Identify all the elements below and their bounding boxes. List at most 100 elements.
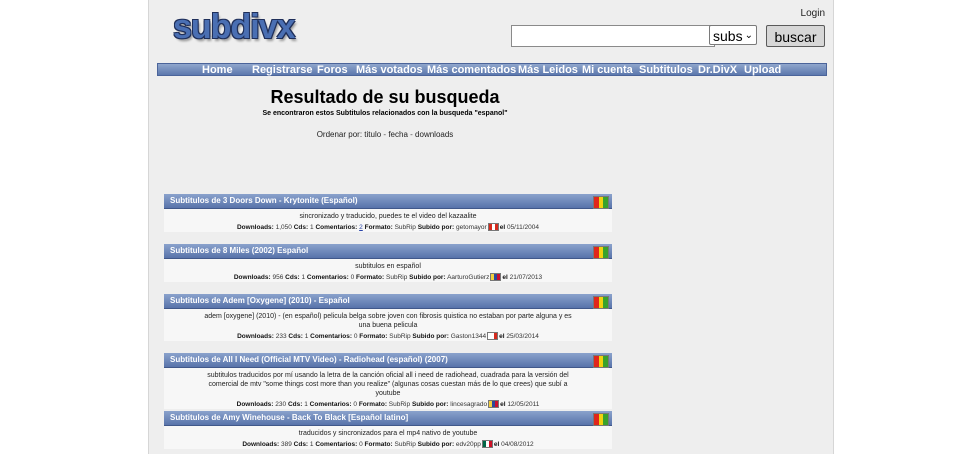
subido-por-label: Subido por: <box>409 274 446 281</box>
cds-label: Cds: <box>285 274 300 281</box>
nav-mas-leidos[interactable]: Más Leidos <box>518 64 578 76</box>
uploader-link[interactable]: Gaston1344 <box>451 333 486 340</box>
nav-mas-votados[interactable]: Más votados <box>356 64 423 76</box>
result-header: Subtitulos de 3 Doors Down - Krytonite (… <box>164 194 612 209</box>
downloads-value: 389 <box>280 441 292 448</box>
subido-por-label: Subido por: <box>411 401 449 408</box>
upload-date: 25/03/2014 <box>506 333 539 340</box>
sort-separator: - <box>410 130 413 139</box>
result-meta: Downloads: 956 Cds: 1 Comentarios: 0 For… <box>164 271 612 282</box>
result-item: Subtitulos de 3 Doors Down - Krytonite (… <box>164 194 612 232</box>
upload-date: 04/08/2012 <box>501 441 534 448</box>
rating-green <box>603 247 609 258</box>
upload-date: 21/07/2013 <box>509 274 543 281</box>
comentarios-value: 0 <box>353 401 357 408</box>
formato-value: SubRip <box>386 274 408 281</box>
rating-icon <box>593 246 609 259</box>
comentarios-label: Comentarios: <box>306 274 349 281</box>
uploader-link[interactable]: edv20pp <box>456 441 481 448</box>
rating-icon <box>593 413 609 426</box>
el-label: el <box>493 441 500 448</box>
formato-label: Formato: <box>364 224 393 231</box>
sort-label: Ordenar por: <box>316 130 363 139</box>
sort-titulo-link[interactable]: titulo <box>364 130 381 139</box>
downloads-label: Downloads: <box>233 274 271 281</box>
cds-label: Cds: <box>288 333 303 340</box>
comentarios-label: Comentarios: <box>309 401 352 408</box>
chevron-down-icon: ⌄ <box>744 30 753 41</box>
nav-mi-cuenta[interactable]: Mi cuenta <box>582 64 633 76</box>
nav-drdivx[interactable]: Dr.DivX <box>698 64 737 76</box>
downloads-label: Downloads: <box>236 401 274 408</box>
rating-icon <box>593 196 609 209</box>
upload-date: 12/05/2011 <box>507 401 540 408</box>
comentarios-label: Comentarios: <box>315 441 358 448</box>
sort-separator: - <box>383 130 387 139</box>
sort-downloads-link[interactable]: downloads <box>415 130 453 139</box>
comentarios-label: Comentarios: <box>310 333 353 340</box>
upload-date: 05/11/2004 <box>506 224 540 231</box>
main-nav: Home Registrarse Foros Más votados Más c… <box>157 63 827 76</box>
result-meta: Downloads: 230 Cds: 1 Comentarios: 0 For… <box>164 398 612 409</box>
comentarios-value: 0 <box>359 441 363 448</box>
result-description: traducidos y sincronizados para el mp4 n… <box>298 430 478 437</box>
country-flag-icon <box>490 273 502 282</box>
result-title-link[interactable]: Subtitulos de 3 Doors Down - Krytonite (… <box>170 195 358 207</box>
cds-label: Cds: <box>293 224 309 231</box>
downloads-label: Downloads: <box>236 224 274 231</box>
formato-value: SubRip <box>388 401 411 408</box>
downloads-label: Downloads: <box>242 441 280 448</box>
nav-mas-comentados[interactable]: Más comentados <box>427 64 516 76</box>
site-logo[interactable]: subdivx <box>173 8 295 47</box>
result-header: Subtitulos de Amy Winehouse - Back To Bl… <box>164 411 612 426</box>
result-description: adem [oxygene] (2010) - (en español) pel… <box>204 313 572 329</box>
cds-value: 1 <box>304 401 308 408</box>
sort-fecha-link[interactable]: fecha <box>388 130 408 139</box>
country-flag-icon <box>481 440 493 449</box>
rating-green <box>603 414 609 425</box>
uploader-link[interactable]: getomayor <box>456 224 487 231</box>
search-input[interactable] <box>511 25 715 47</box>
nav-foros[interactable]: Foros <box>317 64 348 76</box>
formato-value: SubRip <box>394 441 416 448</box>
rating-icon <box>593 296 609 309</box>
result-description: subtitulos en español <box>355 263 421 270</box>
nav-registrarse[interactable]: Registrarse <box>252 64 313 76</box>
search-type-select[interactable]: subs ⌄ <box>709 25 757 45</box>
comentarios-value[interactable]: 2 <box>359 224 363 231</box>
uploader-link[interactable]: lincesagrado <box>450 401 487 408</box>
search-type-value: subs <box>713 28 743 44</box>
search-button[interactable]: buscar <box>766 25 825 47</box>
result-title-link[interactable]: Subtitulos de All I Need (Official MTV V… <box>170 354 448 366</box>
cds-value: 1 <box>310 224 314 231</box>
result-title-link[interactable]: Subtitulos de Amy Winehouse - Back To Bl… <box>170 412 408 424</box>
formato-value: SubRip <box>389 333 411 340</box>
result-item: Subtitulos de All I Need (Official MTV V… <box>164 353 612 409</box>
nav-subtitulos[interactable]: Subtitulos <box>639 64 693 76</box>
formato-value: SubRip <box>394 224 416 231</box>
result-title-link[interactable]: Subtitulos de 8 Miles (2002) Español <box>170 245 308 257</box>
results-subtitle: Se encontraron estos Subtitulos relacion… <box>262 110 508 117</box>
rating-green <box>603 197 609 208</box>
result-item: Subtitulos de 8 Miles (2002) Español subt… <box>164 244 612 282</box>
result-item: Subtitulos de Amy Winehouse - Back To Bl… <box>164 411 612 449</box>
login-link[interactable]: Login <box>801 8 825 19</box>
formato-label: Formato: <box>358 401 387 408</box>
result-item: Subtitulos de Adem [Oxygene] (2010) - Es… <box>164 294 612 341</box>
result-title-link[interactable]: Subtitulos de Adem [Oxygene] (2010) - Es… <box>170 295 350 307</box>
uploader-link[interactable]: AarturoGutierz <box>447 274 489 281</box>
sort-options: Ordenar por: titulo - fecha - downloads <box>149 130 621 139</box>
el-label: el <box>500 401 506 408</box>
nav-upload[interactable]: Upload <box>744 64 781 76</box>
downloads-value: 1,050 <box>275 224 292 231</box>
formato-label: Formato: <box>359 333 388 340</box>
formato-label: Formato: <box>364 441 393 448</box>
cds-value: 1 <box>301 274 306 281</box>
cds-value: 1 <box>304 333 309 340</box>
formato-label: Formato: <box>356 274 385 281</box>
comentarios-label: Comentarios: <box>315 224 358 231</box>
comentarios-value: 0 <box>353 333 358 340</box>
el-label: el <box>499 224 506 231</box>
nav-home[interactable]: Home <box>202 64 233 76</box>
cds-value: 1 <box>309 441 314 448</box>
